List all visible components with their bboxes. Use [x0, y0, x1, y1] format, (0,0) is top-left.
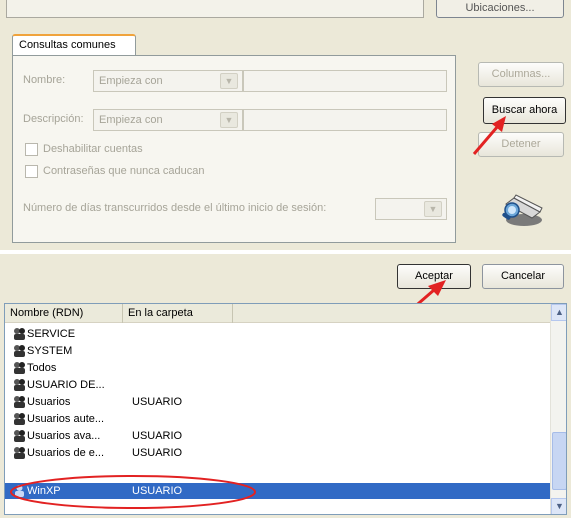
row-name: SYSTEM [27, 345, 73, 357]
user-group-icon [14, 413, 25, 425]
tab-common-queries[interactable]: Consultas comunes [12, 34, 136, 56]
cancel-button[interactable]: Cancelar [482, 264, 564, 289]
list-item[interactable]: SERVICE [5, 327, 550, 341]
name-filter-combo[interactable]: Empieza con ▼ [93, 70, 243, 92]
name-input[interactable] [243, 70, 447, 92]
list-item[interactable]: Usuarios USUARIO [5, 395, 550, 409]
row-name: SERVICE [27, 328, 76, 340]
row-name: USUARIO DE... [27, 379, 105, 391]
description-input[interactable] [243, 109, 447, 131]
user-group-icon [14, 396, 25, 408]
row-name: Usuarios de e... [27, 447, 105, 459]
list-item[interactable]: Todos [5, 361, 550, 375]
find-users-dialog-top: Ubicaciones... Consultas comunes Nombre:… [0, 0, 571, 250]
list-item[interactable]: Usuarios ava... USUARIO [5, 429, 550, 443]
row-folder: USUARIO [132, 447, 183, 459]
list-item[interactable]: SYSTEM [5, 344, 550, 358]
user-group-icon [14, 345, 25, 357]
disabled-accounts-checkbox[interactable] [25, 143, 38, 156]
list-item[interactable]: Usuarios aute... [5, 412, 550, 426]
column-header-folder[interactable]: En la carpeta [123, 304, 233, 323]
no-expire-checkbox[interactable] [25, 165, 38, 178]
row-name: Usuarios aute... [27, 413, 105, 425]
disabled-accounts-label: Deshabilitar cuentas [43, 143, 143, 155]
scroll-up-icon[interactable]: ▲ [551, 304, 566, 321]
vertical-scrollbar[interactable]: ▲ ▼ [550, 304, 566, 514]
description-label: Descripción: [23, 113, 84, 125]
red-arrow-icon [472, 116, 506, 155]
location-field[interactable] [6, 0, 424, 18]
name-label: Nombre: [23, 74, 66, 86]
row-folder: USUARIO [132, 396, 183, 408]
highlight-ellipse [10, 475, 256, 509]
columns-button[interactable]: Columnas... [478, 62, 564, 87]
user-group-icon [14, 379, 25, 391]
row-folder: USUARIO [132, 430, 183, 442]
list-header: Nombre (RDN) En la carpeta [5, 304, 550, 323]
no-expire-label: Contraseñas que nunca caducan [43, 165, 205, 177]
days-since-logon-label: Número de días transcurridos desde el úl… [23, 202, 327, 214]
user-group-icon [14, 447, 25, 459]
search-people-icon [502, 194, 543, 226]
list-item[interactable]: USUARIO DE... [5, 378, 550, 392]
chevron-down-icon[interactable]: ▼ [220, 73, 238, 89]
results-list[interactable]: Nombre (RDN) En la carpeta SERVICE SYSTE… [4, 303, 567, 515]
user-group-icon [14, 430, 25, 442]
description-filter-combo[interactable]: Empieza con ▼ [93, 109, 243, 131]
days-combo[interactable]: ▼ [375, 198, 447, 220]
chevron-down-icon[interactable]: ▼ [424, 201, 442, 217]
row-name: Todos [27, 362, 57, 374]
locations-button[interactable]: Ubicaciones... [436, 0, 564, 18]
row-name: Usuarios ava... [27, 430, 101, 442]
user-group-icon [14, 328, 25, 340]
description-filter-value: Empieza con [99, 114, 163, 126]
chevron-down-icon[interactable]: ▼ [220, 112, 238, 128]
list-item[interactable]: Usuarios de e... USUARIO [5, 446, 550, 460]
user-group-icon [14, 362, 25, 374]
scroll-down-icon[interactable]: ▼ [551, 498, 566, 514]
row-name: Usuarios [27, 396, 71, 408]
common-queries-panel: Nombre: Empieza con ▼ Descripción: Empie… [12, 55, 456, 243]
name-filter-value: Empieza con [99, 75, 163, 87]
scrollbar-thumb[interactable] [552, 432, 566, 490]
column-header-name[interactable]: Nombre (RDN) [5, 304, 123, 323]
